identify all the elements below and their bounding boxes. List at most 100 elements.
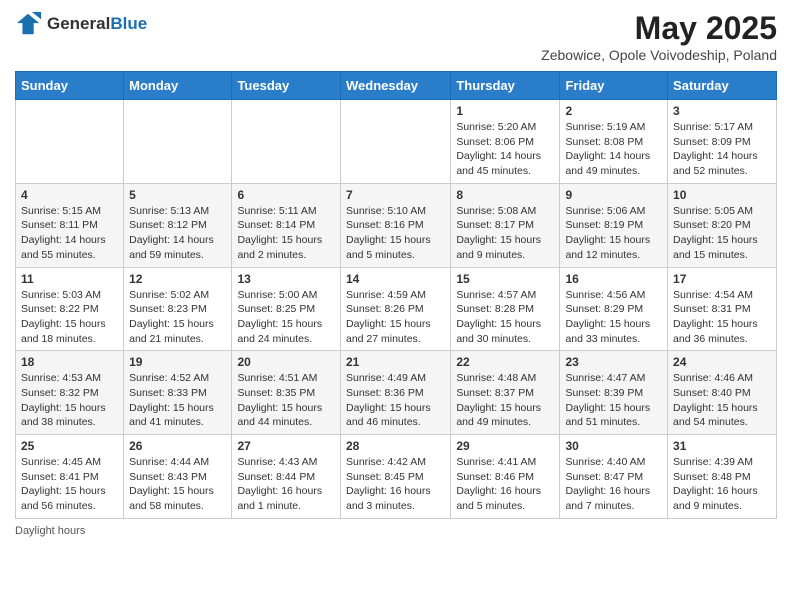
day-info: Sunrise: 5:00 AM Sunset: 8:25 PM Dayligh…	[237, 288, 335, 347]
calendar-week-3: 11Sunrise: 5:03 AM Sunset: 8:22 PM Dayli…	[16, 267, 777, 351]
day-number: 2	[565, 104, 662, 118]
table-cell: 18 Sunrise: 4:53 AM Sunset: 8:32 PM Dayli…	[16, 351, 124, 435]
day-number: 7	[346, 188, 445, 202]
table-cell: 31 Sunrise: 4:39 AM Sunset: 8:48 PM Dayli…	[668, 435, 777, 519]
calendar-week-5: 25Sunrise: 4:45 AM Sunset: 8:41 PM Dayli…	[16, 435, 777, 519]
day-number: 19	[129, 355, 226, 369]
day-info: Sunrise: 5:13 AM Sunset: 8:12 PM Dayligh…	[129, 204, 226, 263]
table-cell: 4Sunrise: 5:15 AM Sunset: 8:11 PM Daylig…	[16, 183, 124, 267]
day-number: 28	[346, 439, 445, 453]
table-cell: 23 Sunrise: 4:47 AM Sunset: 8:39 PM Dayli…	[560, 351, 668, 435]
day-info: Sunrise: 4:45 AM Sunset: 8:41 PM Dayligh…	[21, 455, 118, 514]
location-title: Zebowice, Opole Voivodeship, Poland	[541, 47, 777, 63]
table-cell: 15 Sunrise: 4:57 AM Sunset: 8:28 PM Dayli…	[451, 267, 560, 351]
day-info: Sunrise: 4:52 AM Sunset: 8:33 PM Dayligh…	[129, 371, 226, 430]
day-number: 12	[129, 272, 226, 286]
table-cell: 16Sunrise: 4:56 AM Sunset: 8:29 PM Dayli…	[560, 267, 668, 351]
day-info: Sunrise: 4:59 AM Sunset: 8:26 PM Dayligh…	[346, 288, 445, 347]
table-cell: 17 Sunrise: 4:54 AM Sunset: 8:31 PM Dayli…	[668, 267, 777, 351]
day-number: 30	[565, 439, 662, 453]
day-number: 31	[673, 439, 771, 453]
table-cell: 21 Sunrise: 4:49 AM Sunset: 8:36 PM Dayli…	[340, 351, 450, 435]
month-title: May 2025	[541, 10, 777, 47]
day-info: Sunrise: 4:39 AM Sunset: 8:48 PM Dayligh…	[673, 455, 771, 514]
logo-blue: Blue	[110, 14, 147, 33]
day-info: Sunrise: 4:56 AM Sunset: 8:29 PM Dayligh…	[565, 288, 662, 347]
day-info: Sunrise: 4:43 AM Sunset: 8:44 PM Dayligh…	[237, 455, 335, 514]
day-info: Sunrise: 5:19 AM Sunset: 8:08 PM Dayligh…	[565, 120, 662, 179]
table-cell: 13 Sunrise: 5:00 AM Sunset: 8:25 PM Dayli…	[232, 267, 341, 351]
table-cell: 2 Sunrise: 5:19 AM Sunset: 8:08 PM Daylig…	[560, 100, 668, 184]
day-number: 26	[129, 439, 226, 453]
day-number: 15	[456, 272, 554, 286]
day-info: Sunrise: 5:17 AM Sunset: 8:09 PM Dayligh…	[673, 120, 771, 179]
day-number: 22	[456, 355, 554, 369]
weekday-header-sunday: Sunday	[16, 72, 124, 100]
table-cell: 19 Sunrise: 4:52 AM Sunset: 8:33 PM Dayli…	[124, 351, 232, 435]
table-cell: 6 Sunrise: 5:11 AM Sunset: 8:14 PM Daylig…	[232, 183, 341, 267]
day-info: Sunrise: 4:40 AM Sunset: 8:47 PM Dayligh…	[565, 455, 662, 514]
table-cell: 10 Sunrise: 5:05 AM Sunset: 8:20 PM Dayli…	[668, 183, 777, 267]
day-number: 9	[565, 188, 662, 202]
table-cell: 3Sunrise: 5:17 AM Sunset: 8:09 PM Daylig…	[668, 100, 777, 184]
day-number: 10	[673, 188, 771, 202]
day-number: 24	[673, 355, 771, 369]
table-cell	[124, 100, 232, 184]
day-info: Sunrise: 5:11 AM Sunset: 8:14 PM Dayligh…	[237, 204, 335, 263]
table-cell: 24 Sunrise: 4:46 AM Sunset: 8:40 PM Dayli…	[668, 351, 777, 435]
day-info: Sunrise: 5:02 AM Sunset: 8:23 PM Dayligh…	[129, 288, 226, 347]
day-info: Sunrise: 5:05 AM Sunset: 8:20 PM Dayligh…	[673, 204, 771, 263]
day-number: 29	[456, 439, 554, 453]
day-number: 8	[456, 188, 554, 202]
day-number: 17	[673, 272, 771, 286]
day-number: 4	[21, 188, 118, 202]
table-cell: 5 Sunrise: 5:13 AM Sunset: 8:12 PM Daylig…	[124, 183, 232, 267]
day-number: 5	[129, 188, 226, 202]
day-info: Sunrise: 4:54 AM Sunset: 8:31 PM Dayligh…	[673, 288, 771, 347]
table-cell: 12 Sunrise: 5:02 AM Sunset: 8:23 PM Dayli…	[124, 267, 232, 351]
table-cell: 14Sunrise: 4:59 AM Sunset: 8:26 PM Dayli…	[340, 267, 450, 351]
day-number: 21	[346, 355, 445, 369]
table-cell: 26 Sunrise: 4:44 AM Sunset: 8:43 PM Dayli…	[124, 435, 232, 519]
calendar-table: SundayMondayTuesdayWednesdayThursdayFrid…	[15, 71, 777, 519]
day-info: Sunrise: 5:10 AM Sunset: 8:16 PM Dayligh…	[346, 204, 445, 263]
day-info: Sunrise: 4:49 AM Sunset: 8:36 PM Dayligh…	[346, 371, 445, 430]
table-cell: 28 Sunrise: 4:42 AM Sunset: 8:45 PM Dayli…	[340, 435, 450, 519]
title-block: May 2025 Zebowice, Opole Voivodeship, Po…	[541, 10, 777, 63]
table-cell	[340, 100, 450, 184]
day-number: 27	[237, 439, 335, 453]
day-number: 13	[237, 272, 335, 286]
day-info: Sunrise: 4:48 AM Sunset: 8:37 PM Dayligh…	[456, 371, 554, 430]
day-info: Sunrise: 4:46 AM Sunset: 8:40 PM Dayligh…	[673, 371, 771, 430]
table-cell	[232, 100, 341, 184]
day-info: Sunrise: 4:42 AM Sunset: 8:45 PM Dayligh…	[346, 455, 445, 514]
table-cell: 25Sunrise: 4:45 AM Sunset: 8:41 PM Dayli…	[16, 435, 124, 519]
table-cell: 7 Sunrise: 5:10 AM Sunset: 8:16 PM Daylig…	[340, 183, 450, 267]
day-info: Sunrise: 4:41 AM Sunset: 8:46 PM Dayligh…	[456, 455, 554, 514]
day-info: Sunrise: 4:57 AM Sunset: 8:28 PM Dayligh…	[456, 288, 554, 347]
footer-note: Daylight hours	[15, 525, 777, 537]
logo-icon	[15, 10, 43, 38]
day-info: Sunrise: 4:53 AM Sunset: 8:32 PM Dayligh…	[21, 371, 118, 430]
weekday-header-row: SundayMondayTuesdayWednesdayThursdayFrid…	[16, 72, 777, 100]
page-header: GeneralBlue May 2025 Zebowice, Opole Voi…	[15, 10, 777, 63]
day-number: 23	[565, 355, 662, 369]
table-cell: 20Sunrise: 4:51 AM Sunset: 8:35 PM Dayli…	[232, 351, 341, 435]
logo: GeneralBlue	[15, 10, 147, 38]
day-info: Sunrise: 4:51 AM Sunset: 8:35 PM Dayligh…	[237, 371, 335, 430]
daylight-hours-label: Daylight hours	[15, 525, 85, 537]
day-info: Sunrise: 5:03 AM Sunset: 8:22 PM Dayligh…	[21, 288, 118, 347]
table-cell: 8 Sunrise: 5:08 AM Sunset: 8:17 PM Daylig…	[451, 183, 560, 267]
table-cell	[16, 100, 124, 184]
weekday-header-monday: Monday	[124, 72, 232, 100]
day-info: Sunrise: 5:06 AM Sunset: 8:19 PM Dayligh…	[565, 204, 662, 263]
day-info: Sunrise: 5:20 AM Sunset: 8:06 PM Dayligh…	[456, 120, 554, 179]
calendar-week-2: 4Sunrise: 5:15 AM Sunset: 8:11 PM Daylig…	[16, 183, 777, 267]
day-number: 6	[237, 188, 335, 202]
day-number: 18	[21, 355, 118, 369]
day-info: Sunrise: 4:44 AM Sunset: 8:43 PM Dayligh…	[129, 455, 226, 514]
table-cell: 1 Sunrise: 5:20 AM Sunset: 8:06 PM Daylig…	[451, 100, 560, 184]
day-info: Sunrise: 4:47 AM Sunset: 8:39 PM Dayligh…	[565, 371, 662, 430]
day-number: 1	[456, 104, 554, 118]
day-info: Sunrise: 5:08 AM Sunset: 8:17 PM Dayligh…	[456, 204, 554, 263]
